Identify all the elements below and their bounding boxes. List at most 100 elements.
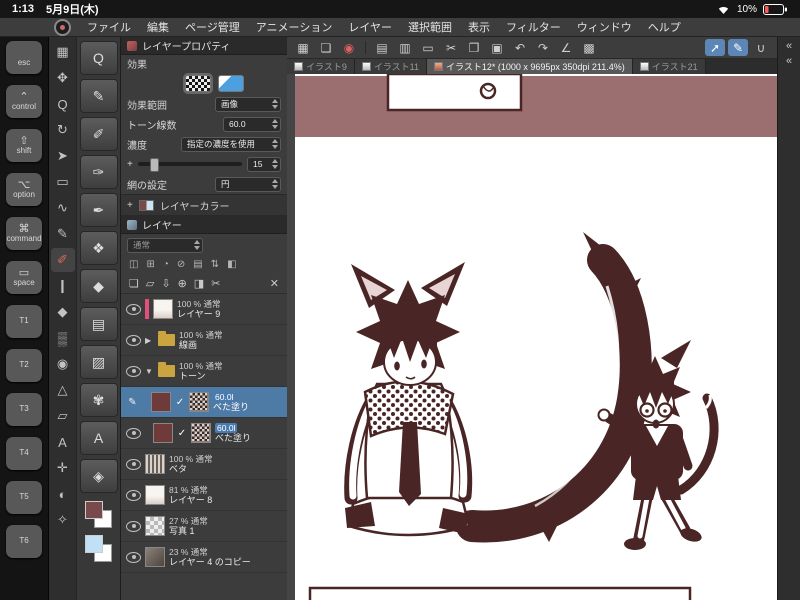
clip-at-layer-icon[interactable]: ⊞ (146, 259, 154, 270)
subtool-ink-icon[interactable]: ✒ (79, 193, 118, 227)
spinner-icon[interactable] (272, 139, 278, 149)
stabilize-icon[interactable]: ∪ (751, 39, 771, 56)
menu-item-page[interactable]: ページ管理 (185, 19, 240, 35)
picker-color-swatch[interactable] (84, 535, 113, 562)
key-control[interactable]: ⌃ control (6, 85, 42, 118)
density-slider[interactable] (137, 158, 242, 172)
layer-row-beta[interactable]: 100 % 通常 ベタ (121, 449, 287, 480)
subtool-material-icon[interactable]: ◈ (79, 459, 118, 493)
reference-layer-icon[interactable]: ◧ (227, 259, 236, 270)
subtool-zoom-icon[interactable]: Q (79, 41, 118, 75)
key-esc[interactable]: esc (6, 41, 42, 74)
export-icon[interactable]: ▥ (395, 39, 415, 56)
layer-property-header[interactable]: レイヤープロパティ (121, 37, 287, 55)
menu-item-selection[interactable]: 選択範囲 (408, 19, 452, 35)
fill-tool-icon[interactable]: ▱ (51, 404, 75, 428)
density-number-input[interactable]: 15 (247, 156, 281, 172)
collapse-panels-icon[interactable]: « (786, 40, 792, 52)
canvas-icon[interactable]: ❏ (316, 39, 336, 56)
layer-row-folder-senga[interactable]: ▶ 100 % 通常 線画 (121, 325, 287, 356)
navigator-tool-icon[interactable]: ▦ (51, 40, 75, 64)
layer-row-tone-2[interactable]: ✓ 60.0l べた塗り (121, 418, 287, 449)
clip-studio-logo-icon[interactable] (54, 18, 71, 36)
twirl-closed-icon[interactable]: ▶ (145, 336, 154, 345)
subtool-pencil-icon[interactable]: ✐ (79, 117, 118, 151)
key-t3[interactable]: T3 (6, 393, 42, 426)
spinner-icon[interactable] (272, 159, 278, 169)
figure-tool-icon[interactable]: ✛ (51, 456, 75, 480)
key-t2[interactable]: T2 (6, 349, 42, 382)
key-option[interactable]: ⌥ option (6, 173, 42, 206)
selection-tool-icon[interactable]: ▭ (51, 170, 75, 194)
canvas-viewport[interactable] (287, 72, 777, 600)
zoom-tool-icon[interactable]: Q (51, 92, 75, 116)
menu-item-view[interactable]: 表示 (468, 19, 490, 35)
spinner-icon[interactable] (272, 179, 278, 189)
decoration-tool-icon[interactable]: ▒ (51, 326, 75, 350)
visibility-eye-icon[interactable] (126, 520, 141, 532)
redo-icon[interactable]: ↷ (533, 39, 553, 56)
spinner-icon[interactable] (272, 99, 278, 109)
subtool-tone-icon[interactable]: ▤ (79, 307, 118, 341)
spinner-icon[interactable] (272, 119, 278, 129)
clip-spiral-icon[interactable]: ◉ (339, 39, 359, 56)
spinner-icon[interactable] (194, 240, 200, 250)
select-rect-icon[interactable]: ▭ (418, 39, 438, 56)
subtool-pen-icon[interactable]: ✎ (79, 79, 118, 113)
tab-illust21[interactable]: イラスト21 (632, 59, 706, 74)
copy-icon[interactable]: ❐ (464, 39, 484, 56)
key-t4[interactable]: T4 (6, 437, 42, 470)
tab-illust12-active[interactable]: イラスト12* (1000 x 9695px 350dpi 211.4%) (427, 59, 633, 74)
gradient-tool-icon[interactable]: ◐ (51, 482, 75, 506)
rotate-tool-icon[interactable]: ↻ (51, 118, 75, 142)
main-sub-color-swatch[interactable] (84, 501, 113, 528)
subtool-decoration-icon[interactable]: ❖ (79, 231, 118, 265)
slider-handle[interactable] (150, 158, 160, 172)
lock-layer-icon[interactable]: ⊘ (177, 259, 185, 270)
key-t6[interactable]: T6 (6, 525, 42, 558)
subtool-text-icon[interactable]: A (79, 421, 118, 455)
visibility-eye-icon[interactable] (126, 551, 141, 563)
menu-item-help[interactable]: ヘルプ (648, 19, 681, 35)
subtool-marker-icon[interactable]: ✑ (79, 155, 118, 189)
lock-transparent-icon[interactable]: ▤ (193, 259, 202, 270)
tone-effect-button[interactable] (185, 74, 211, 92)
pen-tool-icon[interactable]: ✎ (51, 222, 75, 246)
menu-item-animation[interactable]: アニメーション (256, 19, 333, 35)
tone-lines-input[interactable]: 60.0 (223, 116, 281, 132)
opacity-icon[interactable]: ◔ (163, 259, 169, 270)
pen-pressure-icon[interactable]: ✎ (728, 39, 748, 56)
menu-item-layer[interactable]: レイヤー (348, 19, 392, 35)
eraser-tool-icon[interactable]: ◉ (51, 352, 75, 376)
visibility-eye-icon[interactable] (126, 303, 141, 315)
transfer-icon[interactable]: ⇅ (211, 259, 219, 270)
correction-tool-icon[interactable]: ➚ (705, 39, 725, 56)
blend-mode-select[interactable]: 通常 (127, 237, 203, 253)
main-color-swatch[interactable] (84, 501, 103, 519)
layer-mask-icon[interactable]: ◫ (129, 259, 138, 270)
density-select[interactable]: 指定の濃度を使用 (181, 136, 281, 152)
dot-settings-select[interactable]: 円 (215, 176, 281, 192)
effect-range-select[interactable]: 画像 (215, 96, 281, 112)
eyedropper-tool-icon[interactable]: ✧ (51, 508, 75, 532)
ruler-icon[interactable]: ∠ (556, 39, 576, 56)
brush-tool-icon[interactable]: ❙ (51, 274, 75, 298)
menu-item-edit[interactable]: 編集 (147, 19, 169, 35)
layer-row-tone-selected[interactable]: ✎ ✓ 60.0l べた塗り (121, 387, 287, 418)
tab-illust11[interactable]: イラスト11 (354, 59, 427, 74)
visibility-eye-icon[interactable] (126, 365, 141, 377)
delete-layer-icon[interactable]: ✕ (270, 277, 279, 290)
check-icon[interactable]: ✓ (177, 428, 187, 439)
current-color-swatch[interactable] (84, 535, 103, 553)
layer-row-photo1[interactable]: 27 % 通常 写真 1 (121, 511, 287, 542)
key-space[interactable]: ▭ space (6, 261, 42, 294)
visibility-eye-icon[interactable] (126, 458, 141, 470)
airbrush-tool-icon[interactable]: ◆ (51, 300, 75, 324)
move-tool-icon[interactable]: ✥ (51, 66, 75, 90)
menu-item-window[interactable]: ウィンドウ (577, 19, 632, 35)
menu-item-file[interactable]: ファイル (87, 19, 131, 35)
key-t1[interactable]: T1 (6, 305, 42, 338)
visibility-eye-icon[interactable] (126, 427, 141, 439)
layer-color-effect-button[interactable] (218, 74, 244, 92)
key-shift[interactable]: ⇧ shift (6, 129, 42, 162)
